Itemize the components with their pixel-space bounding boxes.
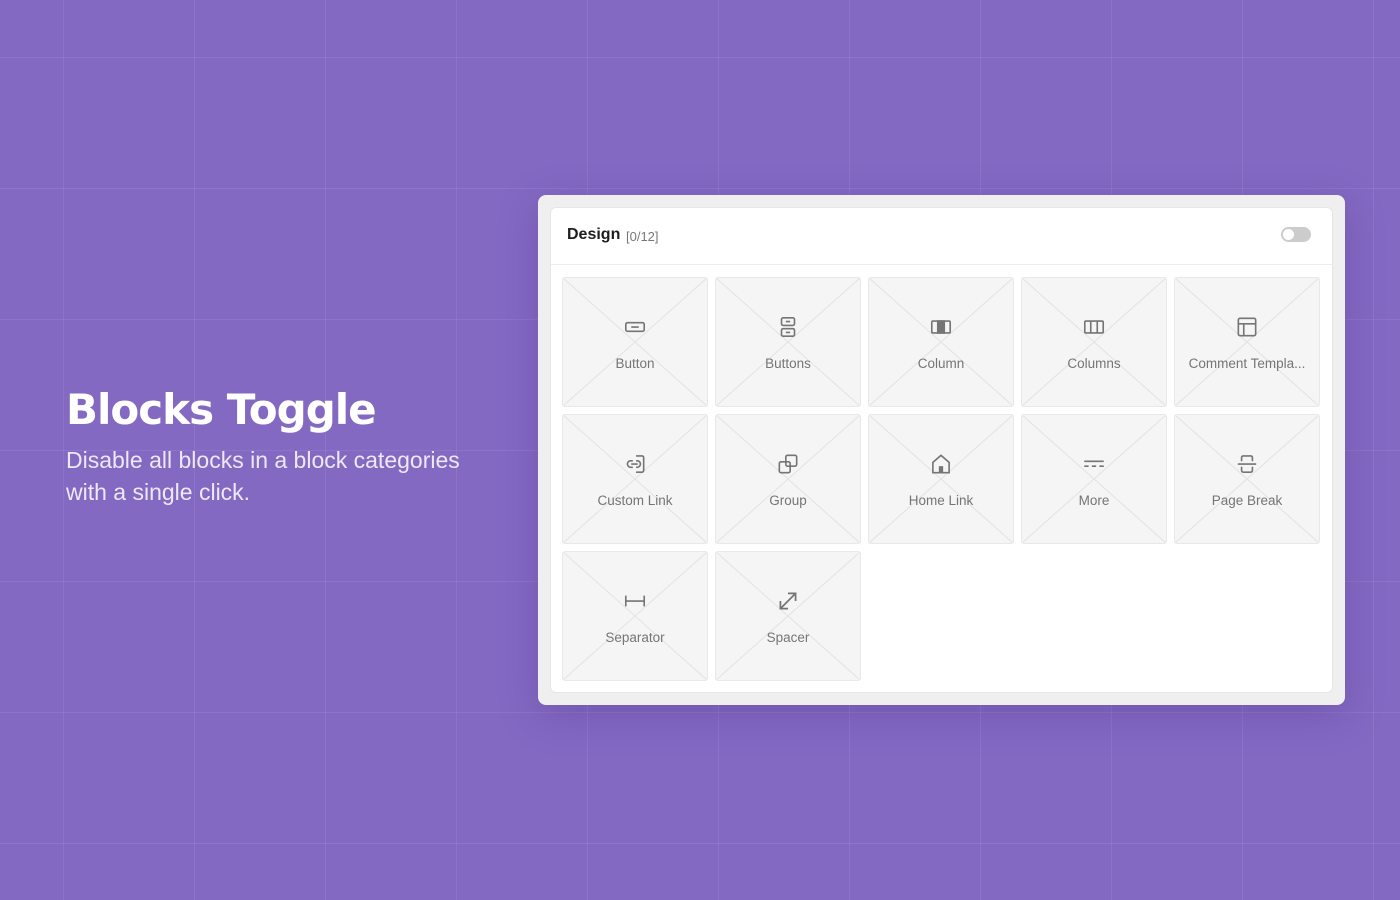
- hero-title: Blocks Toggle: [66, 385, 377, 434]
- block-tile-comment-templa[interactable]: Comment Templa...: [1174, 277, 1320, 407]
- screenshot-frame: Design [0/12] Button Buttons Column Colu…: [538, 195, 1345, 705]
- block-tile-spacer[interactable]: Spacer: [715, 551, 861, 681]
- comment-template-icon: [1234, 314, 1260, 340]
- block-label: Page Break: [1211, 493, 1283, 508]
- block-tile-separator[interactable]: Separator: [562, 551, 708, 681]
- page-break-icon: [1234, 451, 1260, 477]
- block-tile-home-link[interactable]: Home Link: [868, 414, 1014, 544]
- card-header: Design [0/12]: [551, 208, 1332, 265]
- spacer-icon: [775, 588, 801, 614]
- button-icon: [622, 314, 648, 340]
- buttons-icon: [775, 314, 801, 340]
- separator-icon: [622, 588, 648, 614]
- hero: Blocks Toggle Disable all blocks in a bl…: [66, 384, 506, 508]
- block-label: Group: [769, 493, 807, 508]
- block-tile-more[interactable]: More: [1021, 414, 1167, 544]
- blocks-grid: Button Buttons Column Columns Comment Te…: [562, 277, 1320, 681]
- disabled-cross-overlay: [563, 415, 707, 543]
- disabled-cross-overlay: [716, 415, 860, 543]
- block-tile-column[interactable]: Column: [868, 277, 1014, 407]
- block-tile-custom-link[interactable]: Custom Link: [562, 414, 708, 544]
- disabled-cross-overlay: [869, 415, 1013, 543]
- group-icon: [775, 451, 801, 477]
- enabled-count: [0/12]: [626, 229, 659, 244]
- block-label: Separator: [605, 630, 665, 645]
- block-tile-buttons[interactable]: Buttons: [715, 277, 861, 407]
- more-icon: [1081, 451, 1107, 477]
- home-link-icon: [928, 451, 954, 477]
- block-label: Column: [917, 356, 965, 371]
- disabled-cross-overlay: [563, 552, 707, 680]
- block-label: Spacer: [766, 630, 810, 645]
- disabled-cross-overlay: [1022, 415, 1166, 543]
- block-label: Custom Link: [597, 493, 673, 508]
- block-label: Button: [615, 356, 655, 371]
- custom-link-icon: [622, 451, 648, 477]
- block-tile-columns[interactable]: Columns: [1021, 277, 1167, 407]
- block-tile-group[interactable]: Group: [715, 414, 861, 544]
- category-toggle[interactable]: [1281, 227, 1311, 242]
- disabled-cross-overlay: [1022, 278, 1166, 406]
- block-tile-button[interactable]: Button: [562, 277, 708, 407]
- disabled-cross-overlay: [716, 278, 860, 406]
- category-title: Design: [567, 226, 621, 243]
- disabled-cross-overlay: [563, 278, 707, 406]
- block-label: Comment Templa...: [1188, 356, 1306, 371]
- block-category-card: Design [0/12] Button Buttons Column Colu…: [550, 207, 1333, 693]
- disabled-cross-overlay: [869, 278, 1013, 406]
- disabled-cross-overlay: [1175, 415, 1319, 543]
- block-tile-page-break[interactable]: Page Break: [1174, 414, 1320, 544]
- disabled-cross-overlay: [716, 552, 860, 680]
- hero-subtitle: Disable all blocks in a block categories…: [66, 447, 460, 505]
- columns-icon: [1081, 314, 1107, 340]
- block-label: Home Link: [908, 493, 974, 508]
- block-label: More: [1078, 493, 1110, 508]
- toggle-knob: [1283, 229, 1294, 240]
- column-icon: [928, 314, 954, 340]
- block-label: Columns: [1067, 356, 1121, 371]
- block-label: Buttons: [765, 356, 811, 371]
- disabled-cross-overlay: [1175, 278, 1319, 406]
